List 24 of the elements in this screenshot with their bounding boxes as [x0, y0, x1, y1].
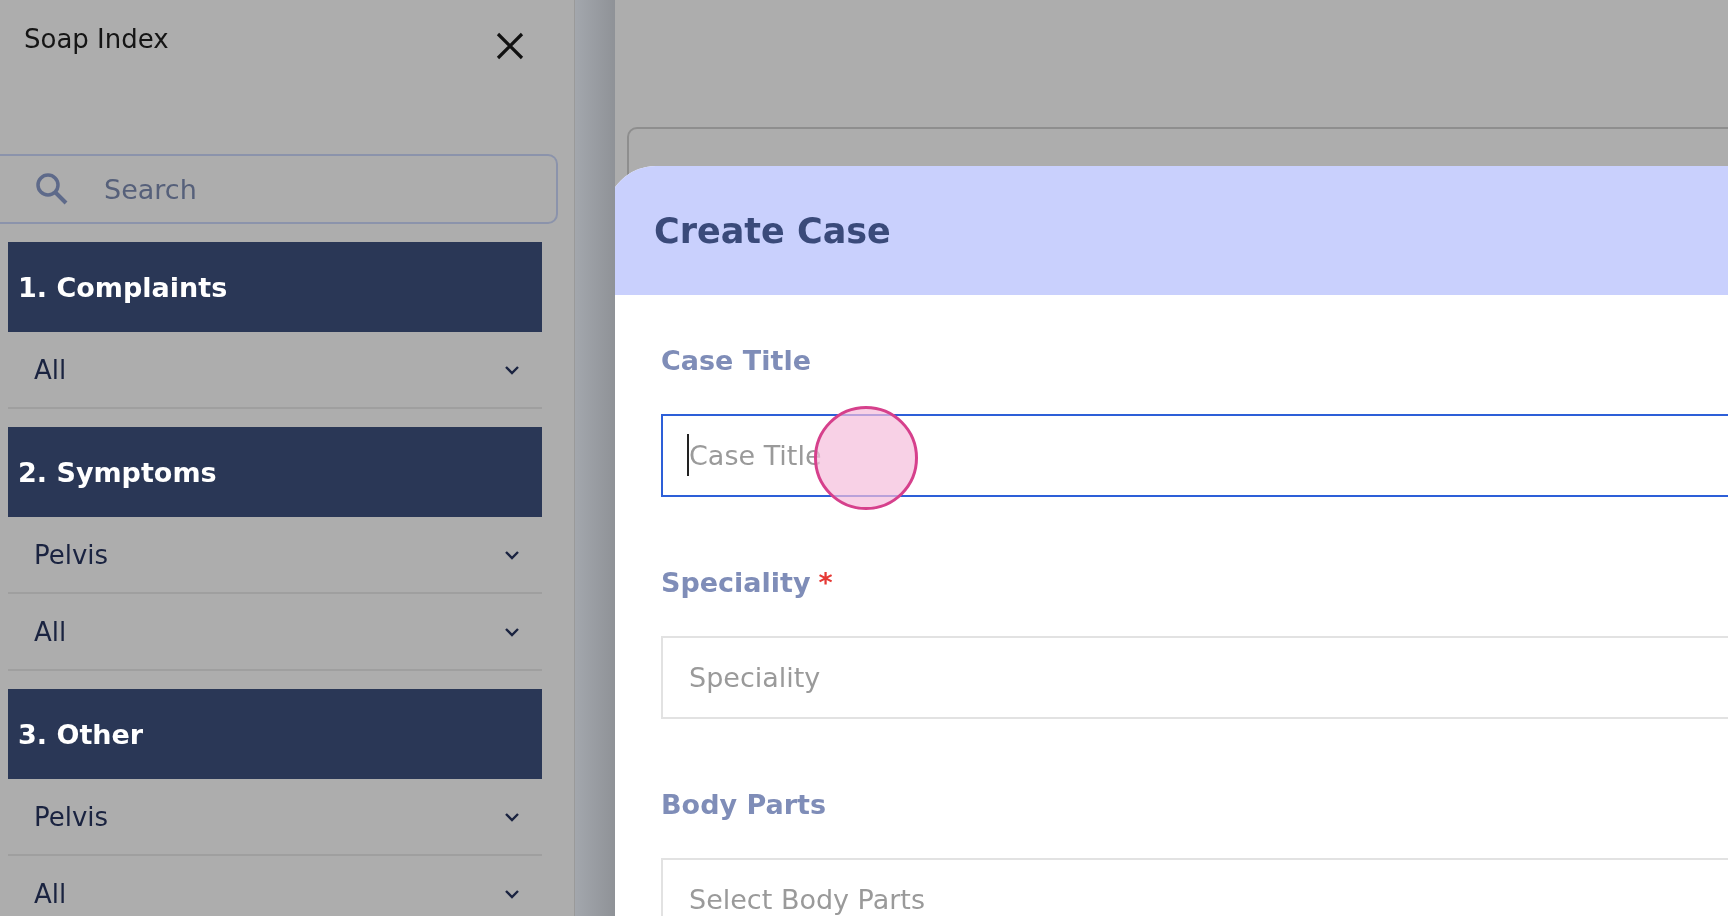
field-label: Case Title — [661, 345, 811, 376]
dropdown-select[interactable]: Pelvis — [8, 517, 542, 594]
field-label: Speciality — [661, 567, 811, 598]
close-button[interactable] — [496, 32, 524, 60]
text-cursor — [687, 434, 689, 476]
section-header: 3. Other — [8, 689, 542, 779]
dropdown-select[interactable]: Pelvis — [8, 779, 542, 856]
chevron-down-icon — [504, 888, 520, 899]
chevron-down-icon — [504, 549, 520, 560]
chevron-down-icon — [504, 364, 520, 375]
chevron-down-icon — [504, 811, 520, 822]
dropdown-select[interactable]: All — [8, 332, 542, 409]
dropdown-select[interactable]: All — [8, 856, 542, 916]
dropdown-select[interactable]: All — [8, 594, 542, 671]
search-icon — [34, 171, 70, 207]
chevron-down-icon — [504, 626, 520, 637]
section-header: 1. Complaints — [8, 242, 542, 332]
search-field[interactable]: Search — [0, 154, 558, 224]
section-header: 2. Symptoms — [8, 427, 542, 517]
close-icon — [496, 32, 524, 60]
modal-title: Create Case — [654, 210, 891, 251]
required-mark: * — [818, 567, 833, 598]
field-label: Body Parts — [661, 789, 827, 820]
sidebar-title: Soap Index — [24, 24, 169, 54]
